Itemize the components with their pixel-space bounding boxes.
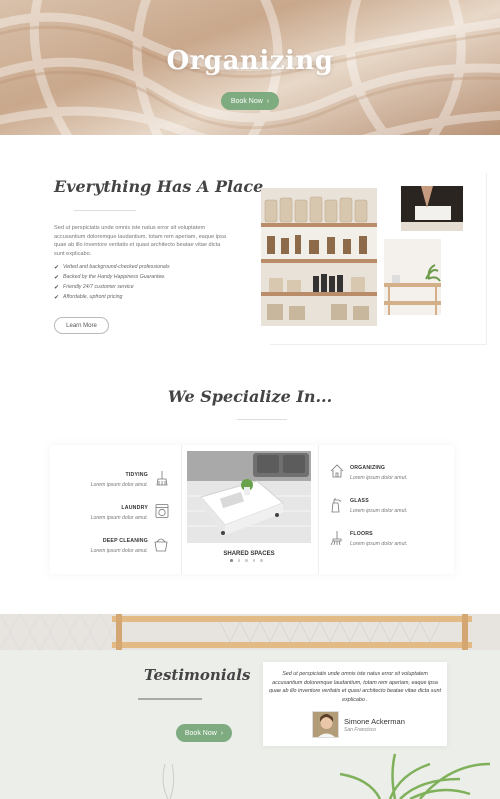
checklist-item-label: Vetted and background-checked profession… (63, 264, 170, 270)
service-name: ORGANIZING (350, 465, 386, 471)
title-divider (74, 210, 136, 211)
service-name: FLOORS (350, 531, 373, 537)
place-section-title: Everything Has A Place (54, 177, 264, 196)
pantry-shelves-photo (261, 188, 377, 326)
checklist-item-label: Friendly 24/7 customer service (63, 284, 134, 290)
checklist-item: ✔ Backed by the Handy Happiness Guarantee… (54, 272, 170, 282)
page: Organizing Book Now › Everything Has A P… (0, 0, 500, 799)
person-portrait (313, 712, 338, 737)
white-shelf-room-illustration (384, 239, 441, 315)
service-name: GLASS (350, 498, 369, 504)
service-glass[interactable]: GLASS Lorem ipsum dolor amut. (350, 498, 460, 514)
folding-towel-photo (401, 186, 463, 231)
slider-dot[interactable] (230, 559, 233, 562)
washing-machine-icon (155, 504, 169, 518)
checklist-item-label: Affordable, upfront pricing (63, 294, 123, 300)
testimonial-author-location: San Francisco (344, 727, 376, 733)
slider-dot[interactable] (237, 559, 240, 562)
check-icon: ✔ (54, 274, 60, 281)
service-laundry[interactable]: LAUNDRY Lorem ipsum dolor amut. (38, 505, 148, 521)
service-description: Lorem ipsum dolor amut. (90, 482, 148, 488)
living-room-illustration (187, 451, 311, 543)
service-name: DEEP CLEANING (102, 538, 148, 544)
service-name: TIDYING (125, 472, 148, 478)
service-description: Lorem ipsum dolor amut. (350, 508, 408, 514)
check-icon: ✔ (54, 264, 60, 271)
bucket-icon (154, 538, 168, 552)
shared-spaces-label: SHARED SPACES (223, 551, 275, 557)
chevron-right-icon: › (266, 97, 270, 105)
hero-title: Organizing (166, 46, 334, 76)
service-floors[interactable]: FLOORS Lorem ipsum dolor amut. (350, 531, 460, 547)
service-description: Lorem ipsum dolor amut. (90, 548, 148, 554)
broom-icon (156, 471, 168, 486)
mop-icon (330, 531, 342, 546)
column-divider (181, 445, 182, 574)
service-organizing[interactable]: ORGANIZING Lorem ipsum dolor amut. (350, 465, 460, 481)
hero-book-now-label: Book Now (230, 97, 263, 105)
testimonial-author-name: Simone Ackerman (344, 717, 405, 726)
testimonials-title: Testimonials (144, 666, 251, 684)
testimonial-quote: Sed ut perspiciatis unde omnis iste natu… (268, 671, 441, 703)
slider-dot[interactable] (245, 559, 248, 562)
testimonials-book-now-button[interactable]: Book Now › (176, 724, 232, 742)
checklist-item: ✔ Friendly 24/7 customer service (54, 282, 170, 292)
chevron-right-icon: › (220, 729, 224, 737)
house-icon (330, 464, 344, 478)
slider-dot[interactable] (260, 559, 263, 562)
slider-dot[interactable] (252, 559, 255, 562)
service-tidying[interactable]: TIDYING Lorem ipsum dolor amut. (38, 472, 148, 488)
hero-book-now-button[interactable]: Book Now › (221, 92, 279, 110)
feature-checklist: ✔ Vetted and background-checked professio… (54, 262, 170, 302)
place-description: Sed ut perspiciatis unde omnis iste natu… (54, 225, 226, 257)
white-shelf-room-photo (384, 239, 441, 315)
spray-bottle-icon (331, 498, 342, 513)
slider-pagination (230, 559, 263, 562)
title-divider (138, 698, 202, 700)
service-description: Lorem ipsum dolor amut. (90, 515, 148, 521)
service-deep-cleaning[interactable]: DEEP CLEANING Lorem ipsum dolor amut. (38, 538, 148, 554)
service-description: Lorem ipsum dolor amut. (350, 475, 408, 481)
check-icon: ✔ (54, 284, 60, 291)
service-description: Lorem ipsum dolor amut. (350, 541, 408, 547)
hero-banner: Organizing Book Now › (0, 0, 500, 135)
learn-more-button[interactable]: Learn More (54, 317, 109, 334)
shared-spaces-photo[interactable] (187, 451, 311, 543)
pantry-shelves-illustration (261, 188, 377, 326)
title-divider (237, 419, 287, 420)
checklist-item-label: Backed by the Handy Happiness Guarantee. (63, 274, 166, 280)
folding-towel-illustration (401, 186, 463, 231)
checklist-item: ✔ Vetted and background-checked professio… (54, 262, 170, 272)
checklist-item: ✔ Affordable, upfront pricing (54, 292, 170, 302)
service-name: LAUNDRY (121, 505, 148, 511)
check-icon: ✔ (54, 294, 60, 301)
specialize-section-title: We Specialize In... (167, 387, 333, 406)
column-divider (318, 445, 319, 574)
testimonials-book-now-label: Book Now (184, 729, 217, 737)
avatar (312, 711, 339, 738)
